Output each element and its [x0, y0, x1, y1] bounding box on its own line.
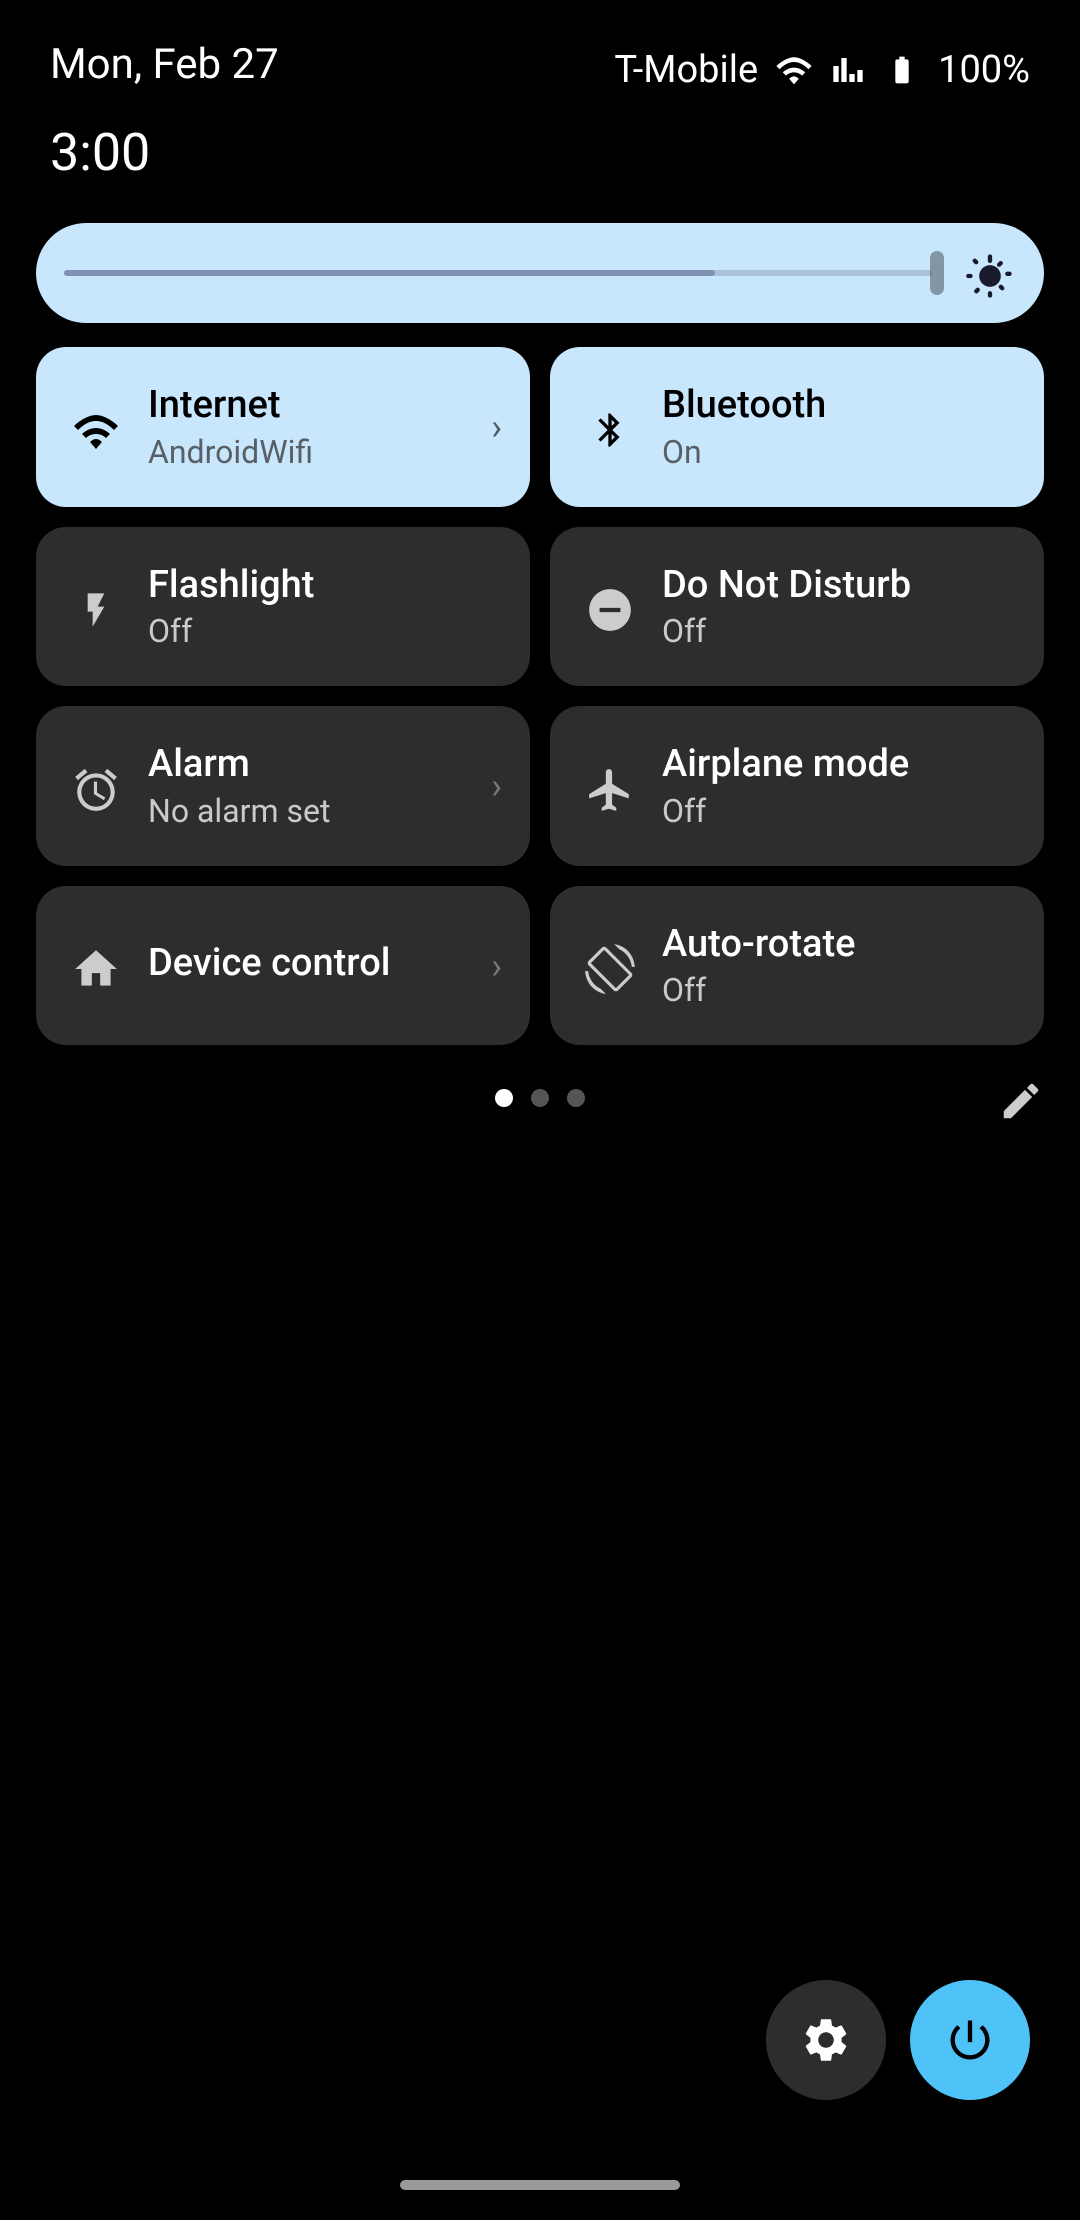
bottom-buttons — [766, 1980, 1030, 2100]
brightness-slider[interactable] — [36, 223, 1044, 323]
autorotate-sub: Off — [662, 971, 855, 1009]
edit-button[interactable] — [998, 1071, 1044, 1125]
tile-device-control[interactable]: Device control › — [36, 886, 530, 1046]
brightness-fill — [64, 270, 715, 276]
device-control-label: Device control — [148, 941, 391, 987]
home-icon — [68, 937, 124, 994]
autorotate-label: Auto-rotate — [662, 922, 855, 968]
internet-tile-text: Internet AndroidWifi — [148, 383, 313, 471]
bluetooth-tile-text: Bluetooth On — [662, 383, 826, 471]
page-indicators — [36, 1089, 1044, 1107]
status-bar: Mon, Feb 27 T-Mobile 100% — [0, 0, 1080, 102]
tile-flashlight[interactable]: Flashlight Off — [36, 527, 530, 687]
dnd-tile-text: Do Not Disturb Off — [662, 563, 911, 651]
power-button[interactable] — [910, 1980, 1030, 2100]
tile-alarm[interactable]: Alarm No alarm set › — [36, 706, 530, 866]
autorotate-icon — [582, 937, 638, 994]
airplane-tile-text: Airplane mode Off — [662, 742, 909, 830]
status-time: 3:00 — [0, 102, 1080, 183]
device-control-tile-text: Device control — [148, 941, 391, 991]
internet-chevron-icon: › — [491, 406, 502, 448]
dnd-label: Do Not Disturb — [662, 563, 911, 609]
status-date: Mon, Feb 27 — [50, 40, 279, 89]
alarm-chevron-icon: › — [491, 765, 502, 807]
signal-status-icon — [830, 54, 866, 86]
page-dot-1 — [495, 1089, 513, 1107]
tile-bluetooth[interactable]: Bluetooth On — [550, 347, 1044, 507]
tile-dnd[interactable]: Do Not Disturb Off — [550, 527, 1044, 687]
quick-settings-panel: Internet AndroidWifi › Bluetooth On — [0, 183, 1080, 1137]
tile-airplane[interactable]: Airplane mode Off — [550, 706, 1044, 866]
alarm-sub: No alarm set — [148, 792, 330, 830]
battery-percentage: 100% — [938, 48, 1030, 92]
flashlight-label: Flashlight — [148, 563, 314, 609]
airplane-sub: Off — [662, 792, 909, 830]
brightness-icon — [964, 244, 1016, 302]
flashlight-icon — [68, 578, 124, 635]
autorotate-tile-text: Auto-rotate Off — [662, 922, 855, 1010]
tile-internet[interactable]: Internet AndroidWifi › — [36, 347, 530, 507]
tiles-grid: Internet AndroidWifi › Bluetooth On — [36, 347, 1044, 1045]
internet-sub: AndroidWifi — [148, 433, 313, 471]
settings-button[interactable] — [766, 1980, 886, 2100]
carrier-label: T-Mobile — [614, 48, 758, 92]
airplane-icon — [582, 757, 638, 814]
bluetooth-label: Bluetooth — [662, 383, 826, 429]
dnd-sub: Off — [662, 612, 911, 650]
brightness-track — [64, 270, 932, 276]
dnd-icon — [582, 578, 638, 635]
bluetooth-icon — [582, 398, 638, 455]
internet-label: Internet — [148, 383, 313, 429]
page-dot-3 — [567, 1089, 585, 1107]
alarm-tile-text: Alarm No alarm set — [148, 742, 330, 830]
flashlight-tile-text: Flashlight Off — [148, 563, 314, 651]
nav-bar — [400, 2180, 680, 2190]
alarm-label: Alarm — [148, 742, 330, 788]
brightness-handle[interactable] — [930, 251, 944, 295]
bluetooth-sub: On — [662, 433, 826, 471]
status-right-group: T-Mobile 100% — [614, 40, 1030, 92]
page-dot-2 — [531, 1089, 549, 1107]
alarm-icon — [68, 757, 124, 814]
flashlight-sub: Off — [148, 612, 314, 650]
battery-status-icon — [882, 54, 922, 86]
device-control-chevron-icon: › — [491, 945, 502, 987]
tile-autorotate[interactable]: Auto-rotate Off — [550, 886, 1044, 1046]
wifi-status-icon — [774, 54, 814, 86]
airplane-label: Airplane mode — [662, 742, 909, 788]
wifi-icon — [68, 398, 124, 455]
